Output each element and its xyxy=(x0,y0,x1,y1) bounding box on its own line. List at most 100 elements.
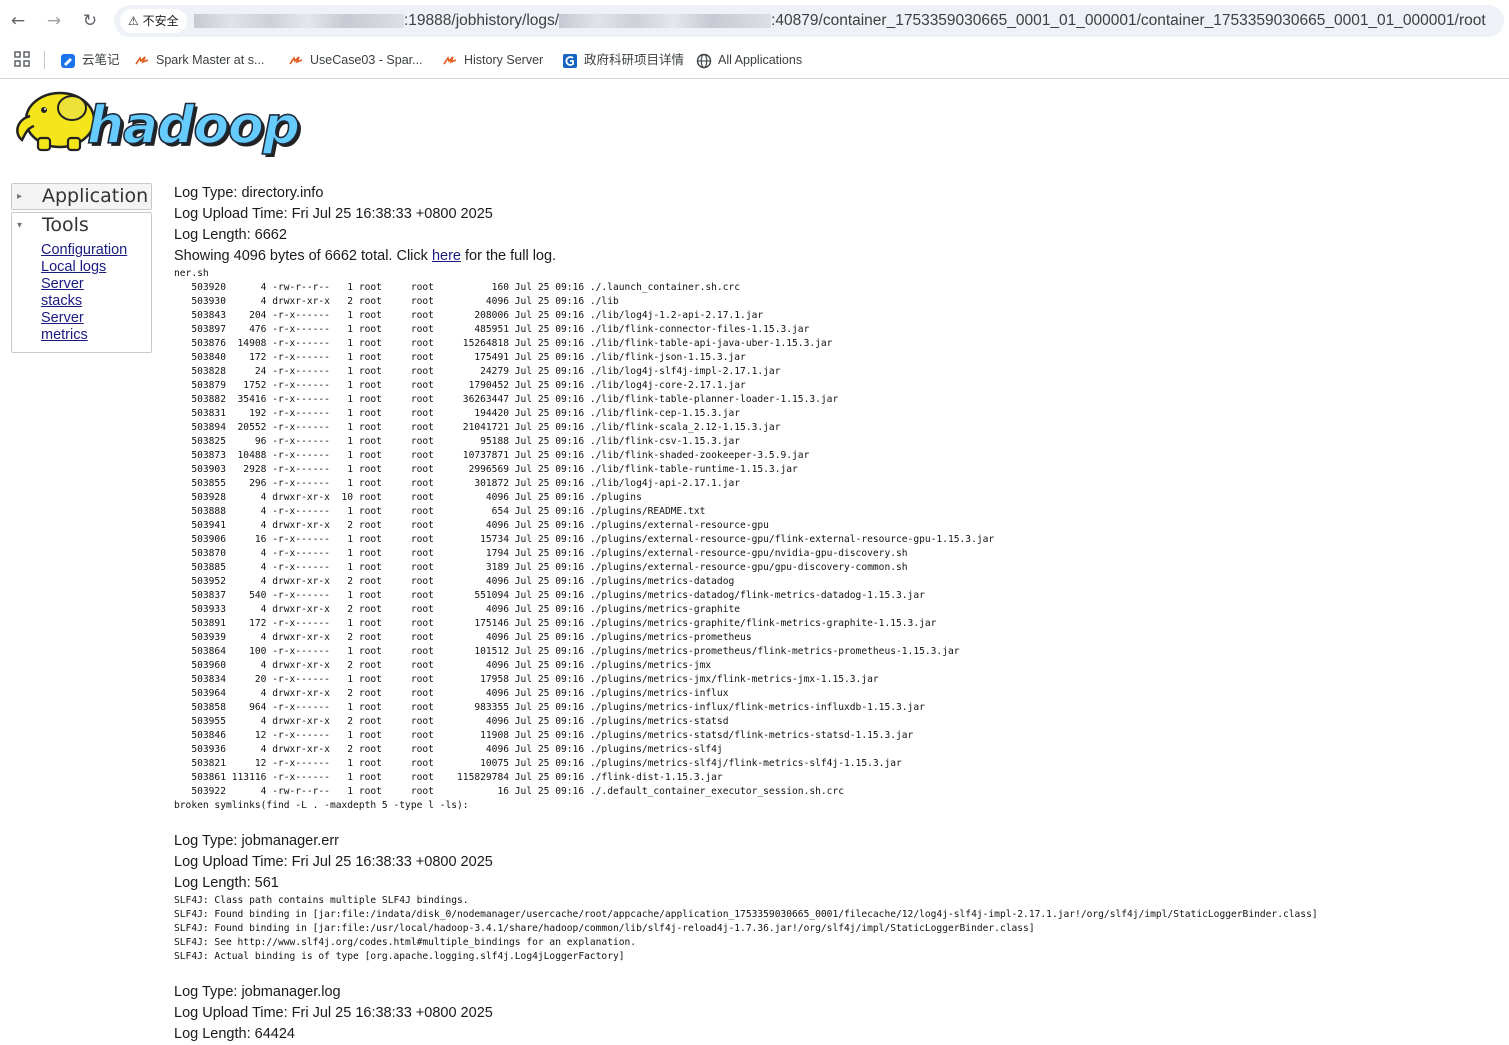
bookmark-all-applications[interactable]: All Applications xyxy=(696,49,802,71)
security-warning-chip[interactable]: ⚠ 不安全 xyxy=(120,9,187,33)
log-line: 503846 12 -r-x------ 1 root root 11908 J… xyxy=(191,730,914,741)
log-line: 503933 4 drwxr-xr-x 2 root root 4096 Jul… xyxy=(191,604,741,615)
log-type: Log Type: jobmanager.err xyxy=(174,833,339,849)
log-line: 503870 4 -r-x------ 1 root root 1794 Jul… xyxy=(191,548,908,559)
hadoop-wordmark: hadoop xyxy=(87,96,299,156)
bookmark-cloud-note[interactable]: 云笔记 xyxy=(60,49,120,71)
log-line: 503876 14908 -r-x------ 1 root root 1526… xyxy=(191,338,833,349)
sidebar-header-tools[interactable]: ▾ Tools xyxy=(12,213,151,238)
sidebar-nav: ▸ Application ▾ Tools Configuration Loca… xyxy=(11,183,152,353)
log-line: 503941 4 drwxr-xr-x 2 root root 4096 Jul… xyxy=(191,520,769,531)
log-line: 503837 540 -r-x------ 1 root root 551094… xyxy=(191,590,925,601)
url-text[interactable]: :19888/jobhistory/logs/ :40879/container_… xyxy=(194,5,1486,37)
log-type: Log Type: jobmanager.log xyxy=(174,984,341,1000)
full-log-link[interactable]: here xyxy=(432,248,461,264)
log-line: 503939 4 drwxr-xr-x 2 root root 4096 Jul… xyxy=(191,632,752,643)
bookmark-usecase03[interactable]: UseCase03 - Spar... xyxy=(288,49,423,71)
sidebar-section-tools: ▾ Tools Configuration Local logs Server … xyxy=(11,212,152,353)
log-length: Log Length: 561 xyxy=(174,875,279,891)
log-line: 503828 24 -r-x------ 1 root root 24279 J… xyxy=(191,366,781,377)
forward-arrow-icon[interactable]: → xyxy=(42,9,66,33)
url-part-1: :19888/jobhistory/logs/ xyxy=(404,12,560,29)
address-bar[interactable]: ⚠ 不安全 :19888/jobhistory/logs/ :40879/cont… xyxy=(114,5,1504,37)
security-label: 不安全 xyxy=(142,14,179,28)
log-line: 503834 20 -r-x------ 1 root root 17958 J… xyxy=(191,674,879,685)
hadoop-elephant-icon xyxy=(16,91,96,152)
link-server-metrics[interactable]: Server metrics xyxy=(41,310,111,344)
log-line: SLF4J: Class path contains multiple SLF4… xyxy=(174,895,469,906)
log-length: Log Length: 6662 xyxy=(174,227,287,243)
reload-icon[interactable]: ↻ xyxy=(78,9,102,33)
link-local-logs[interactable]: Local logs xyxy=(41,259,151,276)
triangle-down-icon: ▾ xyxy=(17,220,23,231)
log-line: 503855 296 -r-x------ 1 root root 301872… xyxy=(191,478,741,489)
triangle-right-icon: ▸ xyxy=(17,191,23,202)
bookmark-label: All Applications xyxy=(718,53,803,67)
log-line: 503861 113116 -r-x------ 1 root root 115… xyxy=(191,772,723,783)
apps-grid-icon[interactable] xyxy=(14,51,30,67)
log-line: 503894 20552 -r-x------ 1 root root 2104… xyxy=(191,422,781,433)
log-body: SLF4J: Class path contains multiple SLF4… xyxy=(174,894,1504,964)
bookmark-history-server[interactable]: History Server xyxy=(442,49,543,71)
log-line: 503897 476 -r-x------ 1 root root 485951… xyxy=(191,324,810,335)
sidebar-header-label: Application xyxy=(42,185,149,207)
bookmark-label: UseCase03 - Spar... xyxy=(310,53,423,67)
bookmark-label: History Server xyxy=(464,53,544,67)
log-block-jobmanager-err: Log Type: jobmanager.err Log Upload Time… xyxy=(174,831,1504,964)
redacted-host xyxy=(194,13,404,28)
log-line: 503821 12 -r-x------ 1 root root 10075 J… xyxy=(191,758,902,769)
browser-toolbar: ← → ↻ ⚠ 不安全 :19888/jobhistory/logs/ :4087… xyxy=(0,0,1509,42)
log-line: SLF4J: Actual binding is of type [org.ap… xyxy=(174,951,625,962)
sidebar-header-application[interactable]: ▸ Application xyxy=(12,184,151,209)
log-line: 503843 204 -r-x------ 1 root root 208006… xyxy=(191,310,764,321)
log-line: 503930 4 drwxr-xr-x 2 root root 4096 Jul… xyxy=(191,296,619,307)
globe-icon xyxy=(696,53,712,68)
log-line: 503891 172 -r-x------ 1 root root 175146… xyxy=(191,618,937,629)
log-line: 503882 35416 -r-x------ 1 root root 3626… xyxy=(191,394,839,405)
spark-icon xyxy=(443,55,457,65)
log-line: SLF4J: Found binding in [jar:file:/indat… xyxy=(174,909,1318,920)
log-line: 503831 192 -r-x------ 1 root root 194420… xyxy=(191,408,741,419)
log-line: 503936 4 drwxr-xr-x 2 root root 4096 Jul… xyxy=(191,744,723,755)
log-line: 503952 4 drwxr-xr-x 2 root root 4096 Jul… xyxy=(191,576,735,587)
log-line: 503885 4 -r-x------ 1 root root 3189 Jul… xyxy=(191,562,908,573)
gov-site-icon xyxy=(563,53,577,68)
link-configuration[interactable]: Configuration xyxy=(41,242,151,259)
spark-icon xyxy=(135,55,149,65)
log-line: 503964 4 drwxr-xr-x 2 root root 4096 Jul… xyxy=(191,688,729,699)
showing-suffix: for the full log. xyxy=(460,248,557,264)
log-upload-time: Log Upload Time: Fri Jul 25 16:38:33 +08… xyxy=(174,1005,493,1021)
bookmark-gov-research[interactable]: 政府科研项目详情 xyxy=(562,49,684,71)
bookmarks-separator xyxy=(44,51,45,69)
log-line: 503879 1752 -r-x------ 1 root root 17904… xyxy=(191,380,746,391)
tools-links: Configuration Local logs Server stacks S… xyxy=(12,238,151,352)
sidebar-section-application[interactable]: ▸ Application xyxy=(11,183,152,210)
warning-triangle-icon: ⚠ xyxy=(128,14,139,28)
bookmark-label: 政府科研项目详情 xyxy=(584,53,685,67)
bookmark-label: 云笔记 xyxy=(82,53,120,67)
showing-prefix: Showing 4096 bytes of 6662 total. Click xyxy=(174,248,432,264)
log-line: 503960 4 drwxr-xr-x 2 root root 4096 Jul… xyxy=(191,660,712,671)
log-upload-time: Log Upload Time: Fri Jul 25 16:38:33 +08… xyxy=(174,206,493,222)
hadoop-logo[interactable]: hadoop hadoop xyxy=(12,86,312,162)
log-line: 503825 96 -r-x------ 1 root root 95188 J… xyxy=(191,436,741,447)
log-block-directory-info: Log Type: directory.info Log Upload Time… xyxy=(174,183,1504,813)
log-line: 503888 4 -r-x------ 1 root root 654 Jul … xyxy=(191,506,706,517)
sidebar-header-label: Tools xyxy=(42,214,89,236)
log-showing-notice: Showing 4096 bytes of 6662 total. Click … xyxy=(174,246,1504,267)
log-line: SLF4J: Found binding in [jar:file:/usr/l… xyxy=(174,923,1035,934)
log-line: 503840 172 -r-x------ 1 root root 175491… xyxy=(191,352,746,363)
bookmark-spark-master[interactable]: Spark Master at s... xyxy=(134,49,264,71)
log-line: 503928 4 drwxr-xr-x 10 root root 4096 Ju… xyxy=(191,492,642,503)
log-line: 503864 100 -r-x------ 1 root root 101512… xyxy=(191,646,960,657)
log-line: 503903 2928 -r-x------ 1 root root 29965… xyxy=(191,464,798,475)
log-line: 503920 4 -rw-r--r-- 1 root root 160 Jul … xyxy=(191,282,741,293)
log-upload-time: Log Upload Time: Fri Jul 25 16:38:33 +08… xyxy=(174,854,493,870)
link-server-stacks[interactable]: Server stacks xyxy=(41,276,111,310)
log-line: 503922 4 -rw-r--r-- 1 root root 16 Jul 2… xyxy=(191,786,845,797)
url-part-2: :40879/container_1753359030665_0001_01_0… xyxy=(771,12,1486,29)
back-arrow-icon[interactable]: ← xyxy=(6,9,30,33)
log-line: broken symlinks(find -L . -maxdepth 5 -t… xyxy=(174,800,469,811)
log-line: ner.sh xyxy=(174,268,209,279)
log-line: 503955 4 drwxr-xr-x 2 root root 4096 Jul… xyxy=(191,716,729,727)
